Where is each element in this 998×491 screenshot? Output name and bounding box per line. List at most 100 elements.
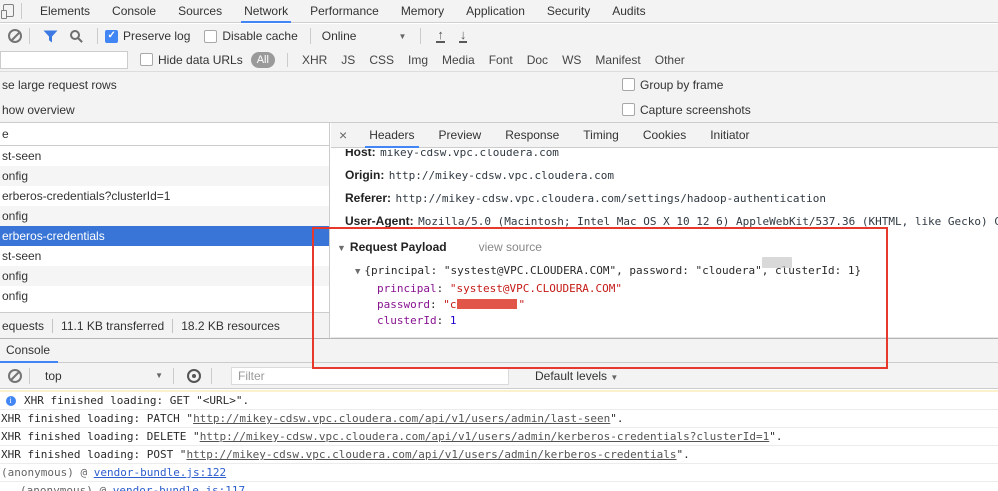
detail-tab-timing[interactable]: Timing bbox=[571, 123, 631, 148]
request-row[interactable]: onfig bbox=[0, 286, 329, 306]
filter-type-img[interactable]: Img bbox=[408, 53, 428, 67]
filter-type-other[interactable]: Other bbox=[655, 53, 685, 67]
request-row[interactable]: st-seen bbox=[0, 146, 329, 166]
tab-audits[interactable]: Audits bbox=[601, 0, 656, 23]
source-link[interactable]: vendor-bundle.js:117 bbox=[113, 484, 245, 491]
detail-tab-initiator[interactable]: Initiator bbox=[698, 123, 761, 148]
resources-size: 18.2 KB resources bbox=[181, 319, 280, 333]
hide-data-urls-label: Hide data URLs bbox=[158, 53, 243, 67]
header-name: Host: bbox=[345, 149, 376, 159]
console-message: XHR finished loading: PATCH "http://mike… bbox=[0, 410, 998, 428]
disable-cache-checkbox[interactable] bbox=[204, 30, 217, 43]
preserve-log-checkbox[interactable] bbox=[105, 30, 118, 43]
requests-count: equests bbox=[2, 319, 44, 333]
header-value: http://mikey-cdsw.vpc.cloudera.com bbox=[389, 169, 614, 182]
console-drawer-header: Console bbox=[0, 339, 998, 363]
capture-screenshots-checkbox[interactable] bbox=[622, 103, 635, 116]
clear-console-icon[interactable] bbox=[8, 369, 22, 383]
tab-sources[interactable]: Sources bbox=[167, 0, 233, 23]
filter-type-js[interactable]: JS bbox=[341, 53, 355, 67]
tab-network[interactable]: Network bbox=[233, 0, 299, 23]
filter-type-all[interactable]: All bbox=[251, 52, 275, 68]
filter-type-css[interactable]: CSS bbox=[369, 53, 394, 67]
request-payload-section: ▼Request Payloadview source ▼{principal:… bbox=[331, 237, 998, 338]
source-link[interactable]: vendor-bundle.js:122 bbox=[94, 466, 226, 479]
context-selector[interactable]: top ▼ bbox=[45, 369, 163, 383]
tab-application[interactable]: Application bbox=[455, 0, 536, 23]
detail-tab-response[interactable]: Response bbox=[493, 123, 571, 148]
log-levels-select[interactable]: Default levels ▼ bbox=[535, 369, 618, 383]
payload-clusterid-row: clusterId: 1 bbox=[331, 313, 998, 329]
import-har-icon[interactable]: ↑ bbox=[436, 29, 445, 43]
export-har-icon[interactable]: ↓ bbox=[459, 29, 468, 43]
filter-type-font[interactable]: Font bbox=[489, 53, 513, 67]
console-message: XHR finished loading: GET "<URL>". bbox=[0, 392, 998, 410]
clear-icon[interactable] bbox=[8, 29, 22, 43]
group-by-frame-checkbox[interactable] bbox=[622, 78, 635, 91]
request-row[interactable]: onfig bbox=[0, 266, 329, 286]
filter-type-media[interactable]: Media bbox=[442, 53, 475, 67]
detail-tabbar: × Headers Preview Response Timing Cookie… bbox=[331, 123, 998, 148]
header-line: Origin: http://mikey-cdsw.vpc.cloudera.c… bbox=[331, 163, 998, 186]
detail-tab-preview[interactable]: Preview bbox=[427, 123, 494, 148]
filter-type-ws[interactable]: WS bbox=[562, 53, 581, 67]
expand-triangle-icon[interactable]: ▼ bbox=[355, 267, 360, 277]
name-column-header[interactable]: e bbox=[0, 123, 329, 146]
eye-icon[interactable] bbox=[187, 369, 201, 383]
divider bbox=[287, 53, 288, 67]
tab-console[interactable]: Console bbox=[101, 0, 167, 23]
url-link[interactable]: http://mikey-cdsw.vpc.cloudera.com/api/v… bbox=[193, 412, 610, 425]
expand-triangle-icon[interactable]: ▼ bbox=[337, 243, 346, 253]
request-row-selected[interactable]: erberos-credentials bbox=[0, 226, 329, 246]
url-link[interactable]: http://mikey-cdsw.vpc.cloudera.com/api/v… bbox=[186, 448, 676, 461]
filter-type-xhr[interactable]: XHR bbox=[302, 53, 327, 67]
search-icon[interactable] bbox=[70, 30, 80, 40]
tab-security[interactable]: Security bbox=[536, 0, 601, 23]
request-payload-title: Request Payload bbox=[350, 240, 447, 254]
divider bbox=[29, 368, 30, 384]
header-line: User-Agent: Mozilla/5.0 (Macintosh; Inte… bbox=[331, 209, 998, 232]
redaction-smudge bbox=[762, 257, 792, 268]
tab-elements[interactable]: Elements bbox=[29, 0, 101, 23]
chevron-down-icon: ▼ bbox=[155, 371, 163, 380]
header-value: Mozilla/5.0 (Macintosh; Intel Mac OS X 1… bbox=[418, 215, 998, 228]
payload-password-row: password: "c" bbox=[331, 297, 998, 313]
filter-type-manifest[interactable]: Manifest bbox=[595, 53, 640, 67]
request-row[interactable]: onfig bbox=[0, 206, 329, 226]
detail-tab-headers[interactable]: Headers bbox=[357, 123, 426, 148]
network-filter-input[interactable] bbox=[0, 51, 128, 69]
header-value: http://mikey-cdsw.vpc.cloudera.com/setti… bbox=[395, 192, 825, 205]
request-row[interactable]: erberos-credentials?clusterId=1 bbox=[0, 186, 329, 206]
header-name: Referer: bbox=[345, 191, 391, 205]
throttling-select[interactable]: Online bbox=[322, 29, 357, 43]
chevron-down-icon[interactable]: ▼ bbox=[398, 32, 406, 41]
device-toolbar-icon[interactable] bbox=[1, 4, 14, 19]
password-redaction-block bbox=[457, 299, 517, 309]
view-source-link[interactable]: view source bbox=[479, 240, 542, 254]
show-overview-label: how overview bbox=[2, 103, 75, 117]
divider bbox=[173, 368, 174, 384]
request-list-panel: e st-seen onfig erberos-credentials?clus… bbox=[0, 123, 330, 338]
tab-performance[interactable]: Performance bbox=[299, 0, 390, 23]
group-by-frame-label: Group by frame bbox=[640, 78, 723, 92]
tab-memory[interactable]: Memory bbox=[390, 0, 455, 23]
divider bbox=[97, 28, 98, 44]
close-icon[interactable]: × bbox=[331, 127, 357, 143]
console-drawer-tab[interactable]: Console bbox=[0, 339, 62, 362]
detail-tab-cookies[interactable]: Cookies bbox=[631, 123, 698, 148]
filter-type-doc[interactable]: Doc bbox=[527, 53, 548, 67]
payload-principal-row: principal: "systest@VPC.CLOUDERA.COM" bbox=[331, 281, 998, 297]
filter-icon[interactable] bbox=[43, 30, 58, 43]
divider bbox=[29, 28, 30, 44]
disable-cache-label: Disable cache bbox=[222, 29, 297, 43]
console-message: XHR finished loading: POST "http://mikey… bbox=[0, 446, 998, 464]
hide-data-urls-checkbox[interactable] bbox=[140, 53, 153, 66]
url-link[interactable]: http://mikey-cdsw.vpc.cloudera.com/api/v… bbox=[200, 430, 770, 443]
request-row[interactable]: onfig bbox=[0, 166, 329, 186]
console-stack-frame: (anonymous) @ vendor-bundle.js:117 bbox=[0, 482, 998, 491]
option-row-2: how overview Capture screenshots bbox=[0, 97, 998, 122]
divider bbox=[172, 319, 173, 333]
option-row-1: se large request rows Group by frame bbox=[0, 72, 998, 97]
console-filter-input[interactable] bbox=[231, 367, 509, 385]
request-row[interactable]: st-seen bbox=[0, 246, 329, 266]
